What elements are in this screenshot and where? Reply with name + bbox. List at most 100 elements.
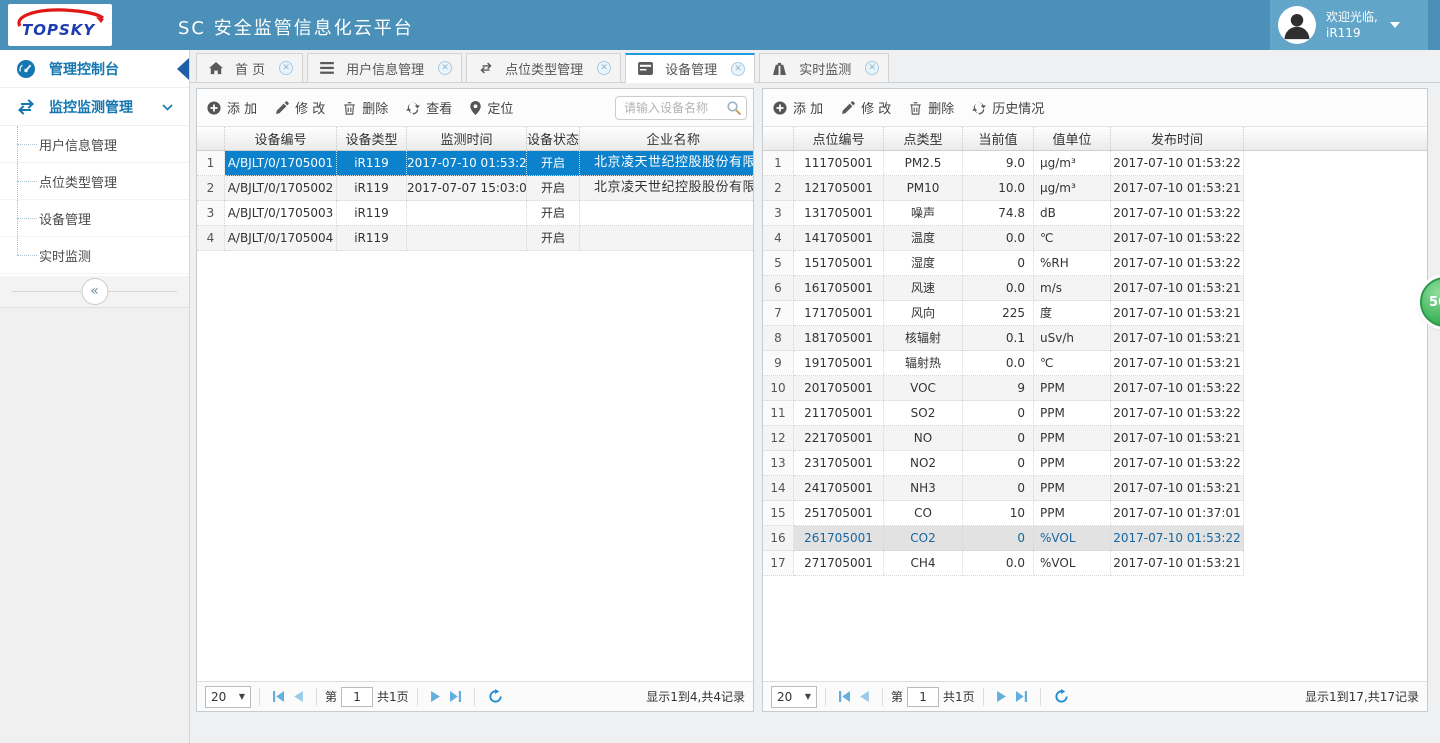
page-size-select[interactable]: 20 ▼ xyxy=(205,686,251,708)
close-icon[interactable]: ✕ xyxy=(438,61,452,75)
close-icon[interactable]: ✕ xyxy=(279,61,293,75)
table-row[interactable]: 3131705001噪声74.8dB2017-07-10 01:53:22 xyxy=(763,201,1427,226)
table-cell: CO xyxy=(884,501,963,526)
close-icon[interactable]: ✕ xyxy=(865,61,879,75)
table-cell: 181705001 xyxy=(794,326,884,351)
table-row[interactable]: 1111705001PM2.59.0μg/m³2017-07-10 01:53:… xyxy=(763,151,1427,176)
table-row[interactable]: 14241705001NH30PPM2017-07-10 01:53:21 xyxy=(763,476,1427,501)
column-header[interactable]: 设备状态 xyxy=(527,127,580,150)
table-cell: 0.0 xyxy=(963,226,1034,251)
page-size-select[interactable]: 20 ▼ xyxy=(771,686,817,708)
button-label: 定位 xyxy=(487,98,513,117)
filler-cell xyxy=(1244,451,1427,476)
table-cell: 9.0 xyxy=(963,151,1034,176)
sidebar-item-device-mgmt[interactable]: 设备管理 xyxy=(0,200,189,237)
reload-button[interactable] xyxy=(1054,689,1069,704)
edit-button[interactable]: 修 改 xyxy=(841,98,891,117)
table-row[interactable]: 11211705001SO20PPM2017-07-10 01:53:22 xyxy=(763,401,1427,426)
table-row[interactable]: 1A/BJLT/0/1705001iR1192017-07-10 01:53:2… xyxy=(197,151,753,176)
locate-button[interactable]: 定位 xyxy=(470,98,513,117)
table-row[interactable]: 17271705001CH40.0%VOL2017-07-10 01:53:21 xyxy=(763,551,1427,576)
table-cell: 0 xyxy=(963,526,1034,551)
table-cell: VOC xyxy=(884,376,963,401)
table-cell: 开启 xyxy=(527,151,580,176)
sidebar-item-user-info[interactable]: 用户信息管理 xyxy=(0,126,189,163)
column-header[interactable]: 点位编号 xyxy=(794,127,884,150)
last-page-button[interactable] xyxy=(1016,691,1027,702)
first-page-button[interactable] xyxy=(839,691,850,702)
column-header[interactable]: 企业名称 xyxy=(580,127,753,150)
next-page-button[interactable] xyxy=(431,691,440,702)
delete-button[interactable]: 删除 xyxy=(343,98,388,117)
tab-device-mgmt[interactable]: 设备管理 ✕ xyxy=(625,53,755,83)
table-row[interactable]: 10201705001VOC9PPM2017-07-10 01:53:22 xyxy=(763,376,1427,401)
add-button[interactable]: 添 加 xyxy=(207,98,257,117)
reload-button[interactable] xyxy=(488,689,503,704)
collapse-sidebar-button[interactable]: « xyxy=(81,278,108,305)
table-cell: PPM xyxy=(1034,376,1111,401)
column-header[interactable]: 设备编号 xyxy=(225,127,337,150)
add-button[interactable]: 添 加 xyxy=(773,98,823,117)
first-page-button[interactable] xyxy=(273,691,284,702)
column-header[interactable]: 点类型 xyxy=(884,127,963,150)
column-header[interactable]: 设备类型 xyxy=(337,127,407,150)
table-row[interactable]: 7171705001风向225度2017-07-10 01:53:21 xyxy=(763,301,1427,326)
table-row[interactable]: 8181705001核辐射0.1uSv/h2017-07-10 01:53:21 xyxy=(763,326,1427,351)
last-page-button[interactable] xyxy=(450,691,461,702)
table-row[interactable]: 13231705001NO20PPM2017-07-10 01:53:22 xyxy=(763,451,1427,476)
logo-text: TOPSKY xyxy=(22,21,95,39)
table-row[interactable]: 5151705001湿度0%RH2017-07-10 01:53:22 xyxy=(763,251,1427,276)
table-row[interactable]: 3A/BJLT/0/1705003iR119开启 xyxy=(197,201,753,226)
table-cell: NH3 xyxy=(884,476,963,501)
tab-label: 实时监测 xyxy=(799,59,851,78)
delete-button[interactable]: 删除 xyxy=(909,98,954,117)
column-header[interactable]: 值单位 xyxy=(1034,127,1111,150)
table-row[interactable]: 16261705001CO20%VOL2017-07-10 01:53:22 xyxy=(763,526,1427,551)
tab-point-type[interactable]: 点位类型管理 ✕ xyxy=(466,53,621,83)
table-row[interactable]: 4A/BJLT/0/1705004iR119开启 xyxy=(197,226,753,251)
tab-home[interactable]: 首 页 ✕ xyxy=(196,53,303,83)
tab-user-info[interactable]: 用户信息管理 ✕ xyxy=(307,53,462,83)
table-row[interactable]: 15251705001CO10PPM2017-07-10 01:37:01 xyxy=(763,501,1427,526)
table-row[interactable]: 2A/BJLT/0/1705002iR1192017-07-07 15:03:0… xyxy=(197,176,753,201)
page-number-input[interactable] xyxy=(341,687,373,707)
button-label: 添 加 xyxy=(227,98,257,117)
table-row[interactable]: 12221705001NO0PPM2017-07-10 01:53:21 xyxy=(763,426,1427,451)
column-header[interactable]: 当前值 xyxy=(963,127,1034,150)
edit-button[interactable]: 修 改 xyxy=(275,98,325,117)
table-cell: 0.0 xyxy=(963,351,1034,376)
table-row[interactable]: 2121705001PM1010.0μg/m³2017-07-10 01:53:… xyxy=(763,176,1427,201)
table-cell: 151705001 xyxy=(794,251,884,276)
table-row[interactable]: 6161705001风速0.0m/s2017-07-10 01:53:21 xyxy=(763,276,1427,301)
prev-page-button[interactable] xyxy=(860,691,869,702)
table-cell: PPM xyxy=(1034,426,1111,451)
filler-header xyxy=(1244,127,1427,150)
table-cell: iR119 xyxy=(337,226,407,251)
row-number: 12 xyxy=(763,426,794,451)
column-header[interactable]: 发布时间 xyxy=(1111,127,1244,150)
table-cell: 2017-07-10 01:53:22 xyxy=(1111,226,1244,251)
view-button[interactable]: 查看 xyxy=(406,98,452,117)
table-row[interactable]: 9191705001辐射热0.0℃2017-07-10 01:53:21 xyxy=(763,351,1427,376)
user-menu[interactable]: 欢迎光临, iR119 xyxy=(1270,0,1428,50)
search-icon[interactable] xyxy=(726,100,742,116)
prev-page-button[interactable] xyxy=(294,691,303,702)
sidebar-item-console[interactable]: 管理控制台 xyxy=(0,50,189,88)
sidebar-item-point-type[interactable]: 点位类型管理 xyxy=(0,163,189,200)
sidebar-item-monitor-mgmt[interactable]: 监控监测管理 xyxy=(0,88,189,126)
page-number-input[interactable] xyxy=(907,687,939,707)
close-icon[interactable]: ✕ xyxy=(731,62,745,76)
user-icon xyxy=(1280,8,1314,42)
device-search xyxy=(615,96,747,120)
tab-bar: 首 页 ✕ 用户信息管理 ✕ 点位类型管理 ✕ 设备管理 ✕ xyxy=(190,53,1440,83)
history-button[interactable]: 历史情况 xyxy=(972,98,1044,117)
table-cell: CH4 xyxy=(884,551,963,576)
page-title: SC 安全监管信息化云平台 xyxy=(178,14,414,40)
table-row[interactable]: 4141705001温度0.0℃2017-07-10 01:53:22 xyxy=(763,226,1427,251)
table-cell: 225 xyxy=(963,301,1034,326)
sidebar-item-realtime[interactable]: 实时监测 xyxy=(0,237,189,274)
column-header[interactable]: 监测时间 xyxy=(407,127,527,150)
close-icon[interactable]: ✕ xyxy=(597,61,611,75)
next-page-button[interactable] xyxy=(997,691,1006,702)
tab-realtime[interactable]: 实时监测 ✕ xyxy=(759,53,889,83)
